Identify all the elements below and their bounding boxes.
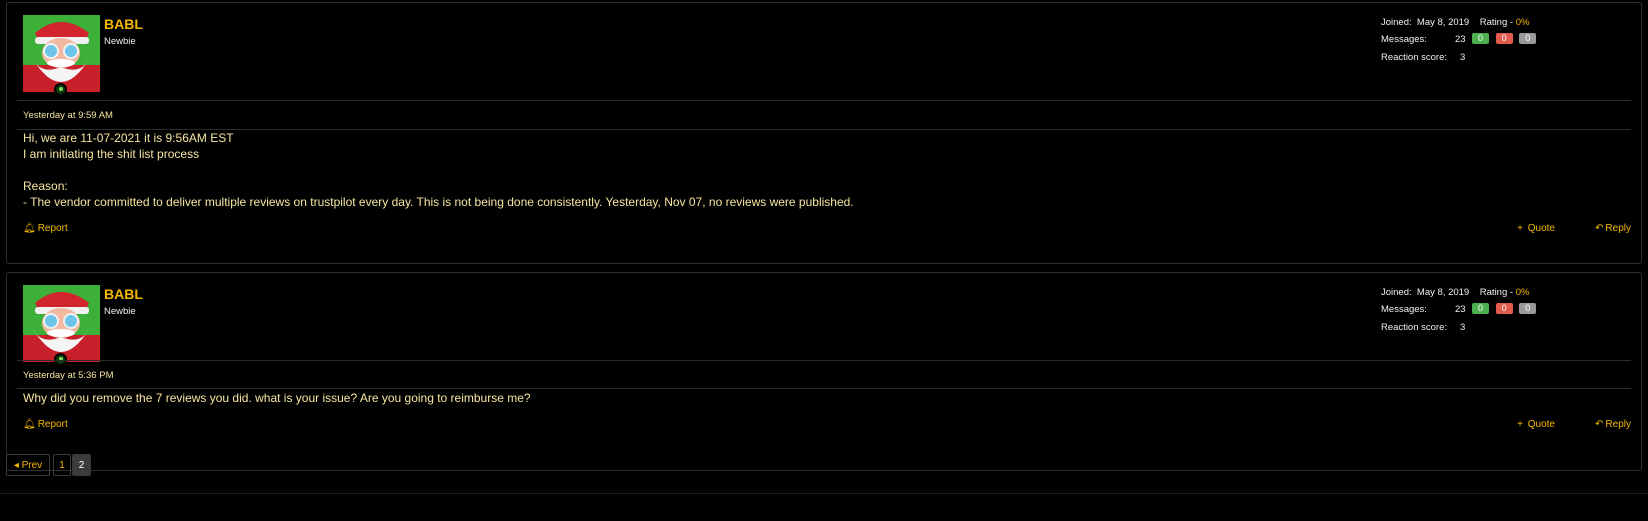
messages-value: 23: [1455, 304, 1466, 315]
username-link[interactable]: BABL: [104, 286, 143, 302]
post-timestamp[interactable]: Yesterday at 9:59 AM: [23, 110, 113, 121]
rating-value: 0%: [1515, 17, 1530, 28]
rating-negative-badge[interactable]: 0: [1495, 33, 1513, 44]
post-body: Why did you remove the 7 reviews you did…: [23, 390, 531, 406]
plus-icon: +: [1517, 223, 1523, 234]
reaction-score-value: 3: [1460, 52, 1466, 63]
post-body-line: I am initiating the shit list process: [23, 147, 200, 161]
rating-label: Rating -: [1479, 17, 1514, 28]
username-link[interactable]: BABL: [104, 16, 143, 32]
rating-positive-badge[interactable]: 0: [1472, 33, 1489, 44]
post: BABL Newbie Joined: May 8, 2019 Rating -…: [6, 2, 1642, 264]
reaction-score-label: Reaction score:: [1381, 322, 1448, 333]
post-body-line: Why did you remove the 7 reviews you did…: [23, 391, 531, 405]
rating-neutral-badge[interactable]: 0: [1519, 303, 1537, 314]
messages-label: Messages:: [1381, 34, 1427, 45]
divider: [0, 493, 1648, 494]
divider: [17, 388, 1631, 389]
joined-label: Joined:: [1381, 17, 1412, 28]
post-body-line: Reason:: [23, 179, 68, 193]
user-avatar[interactable]: [23, 15, 100, 96]
joined-value: May 8, 2019: [1416, 287, 1470, 298]
rating-positive-badge[interactable]: 0: [1472, 303, 1489, 314]
rating-neutral-badge[interactable]: 0: [1519, 33, 1537, 44]
santa-avatar-image: [23, 285, 100, 362]
quote-button[interactable]: + Quote: [1517, 223, 1555, 234]
reply-button[interactable]: ↶ Reply: [1595, 419, 1631, 430]
reaction-score-label: Reaction score:: [1381, 52, 1448, 63]
post-body-line: [23, 162, 854, 178]
reply-arrow-icon: ↶: [1595, 223, 1604, 234]
rating-value: 0%: [1515, 287, 1530, 298]
rating-negative-badge[interactable]: 0: [1495, 303, 1513, 314]
post-body: Hi, we are 11-07-2021 it is 9:56AM EST I…: [23, 130, 854, 210]
quote-button[interactable]: + Quote: [1517, 419, 1555, 430]
user-avatar[interactable]: [23, 285, 100, 366]
santa-avatar-image: [23, 15, 100, 92]
reaction-score-value: 3: [1460, 322, 1466, 333]
messages-value: 23: [1455, 34, 1466, 45]
plus-icon: +: [1517, 419, 1523, 430]
reply-button[interactable]: ↶ Reply: [1595, 223, 1631, 234]
joined-label: Joined:: [1381, 287, 1412, 298]
page-link-2-current[interactable]: 2: [72, 454, 91, 476]
reply-arrow-icon: ↶: [1595, 419, 1604, 430]
page-link-1[interactable]: 1: [53, 454, 71, 476]
bell-icon: 🔔︎: [23, 223, 36, 234]
online-status-icon: [54, 83, 67, 96]
bell-icon: 🔔︎: [23, 419, 36, 430]
divider: [17, 360, 1631, 361]
messages-label: Messages:: [1381, 304, 1427, 315]
post-timestamp[interactable]: Yesterday at 5:36 PM: [23, 370, 113, 381]
report-button[interactable]: 🔔︎ Report: [23, 223, 68, 234]
report-button[interactable]: 🔔︎ Report: [23, 419, 68, 430]
caret-left-icon: ◂: [13, 460, 19, 471]
divider: [17, 100, 1631, 101]
post-body-line: Hi, we are 11-07-2021 it is 9:56AM EST: [23, 131, 234, 145]
post: BABL Newbie Joined: May 8, 2019 Rating -…: [6, 272, 1642, 471]
rating-label: Rating -: [1479, 287, 1514, 298]
joined-value: May 8, 2019: [1416, 17, 1470, 28]
user-title: Newbie: [104, 36, 136, 47]
user-title: Newbie: [104, 306, 136, 317]
prev-page-button[interactable]: ◂ Prev: [6, 454, 50, 476]
post-body-line: - The vendor committed to deliver multip…: [23, 195, 854, 209]
